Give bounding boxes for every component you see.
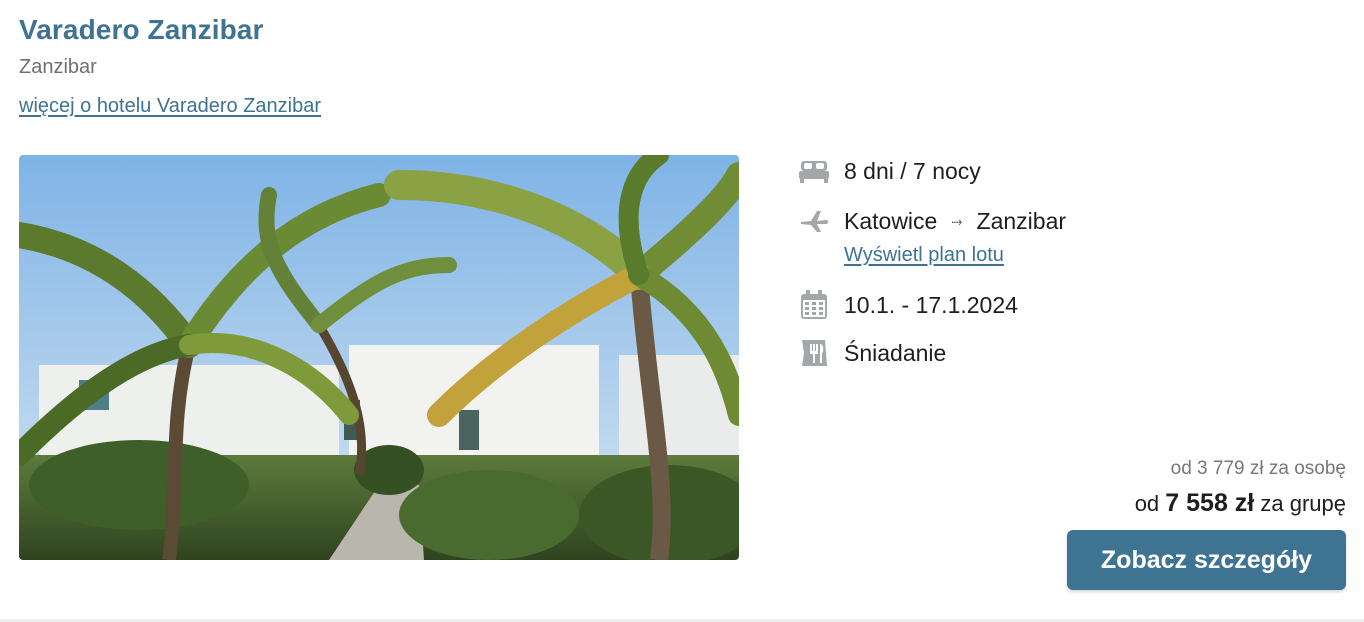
trip-dates: 10.1. - 17.1.2024 [844,292,1018,318]
flight-destination: Zanzibar [976,208,1067,234]
dates-row: 10.1. - 17.1.2024 [798,290,1018,320]
price-group-amount: 7 558 zł [1165,489,1255,517]
price-group: od 7 558 zł za grupę [1135,489,1346,518]
hotel-region: Zanzibar [19,56,97,78]
hotel-photo-image [19,155,739,560]
board-type: Śniadanie [844,340,947,366]
hotel-title: Varadero Zanzibar [19,14,264,45]
arrow-right-icon: ⤑ [951,213,963,229]
flight-row: Katowice ⤑ Zanzibar [798,206,1066,239]
price-group-suffix: za grupę [1260,491,1346,516]
flight-origin: Katowice [844,208,938,234]
plane-icon [798,206,830,236]
bed-icon [798,156,830,186]
trip-duration: 8 dni / 7 nocy [844,158,981,184]
duration-row: 8 dni / 7 nocy [798,156,981,186]
calendar-icon [798,290,830,320]
flight-plan-link[interactable]: Wyświetl plan lotu [844,244,1004,267]
meal-icon [798,338,830,368]
see-details-button[interactable]: Zobacz szczegóły [1067,530,1346,590]
hotel-photo[interactable] [19,155,739,560]
board-row: Śniadanie [798,338,946,368]
price-per-person: od 3 779 zł za osobę [1170,458,1346,479]
hotel-details-link[interactable]: więcej o hotelu Varadero Zanzibar [19,95,321,118]
price-group-prefix: od [1134,491,1160,516]
